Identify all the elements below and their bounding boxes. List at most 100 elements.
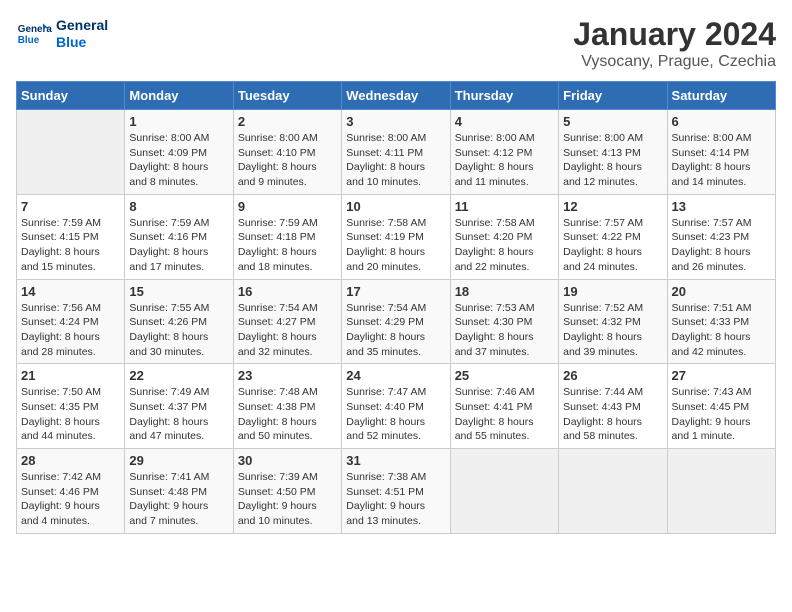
calendar-cell: 7 Sunrise: 7:59 AMSunset: 4:15 PMDaylight… <box>17 194 125 279</box>
calendar-cell <box>559 449 667 534</box>
calendar-cell: 9Sunrise: 7:59 AMSunset: 4:18 PMDaylight… <box>233 194 341 279</box>
day-info: Sunrise: 7:44 AMSunset: 4:43 PMDaylight:… <box>563 385 662 444</box>
calendar-subtitle: Vysocany, Prague, Czechia <box>573 53 776 71</box>
calendar-cell: 24 Sunrise: 7:47 AMSunset: 4:40 PMDayligh… <box>342 364 450 449</box>
day-number: 18 <box>455 284 554 299</box>
day-number: 21 <box>21 368 120 383</box>
day-info: Sunrise: 7:55 AMSunset: 4:26 PMDaylight:… <box>129 301 228 360</box>
calendar-week-row: 14Sunrise: 7:56 AMSunset: 4:24 PMDayligh… <box>17 279 776 364</box>
calendar-cell: 29Sunrise: 7:41 AMSunset: 4:48 PMDayligh… <box>125 449 233 534</box>
day-info: Sunrise: 7:39 AMSunset: 4:50 PMDaylight:… <box>238 470 337 529</box>
day-number: 30 <box>238 453 337 468</box>
day-info: Sunrise: 7:52 AMSunset: 4:32 PMDaylight:… <box>563 301 662 360</box>
page-header: General Blue General Blue January 2024 V… <box>16 16 776 71</box>
day-number: 9 <box>238 199 337 214</box>
calendar-cell: 12Sunrise: 7:57 AMSunset: 4:22 PMDayligh… <box>559 194 667 279</box>
logo: General Blue General Blue <box>16 16 108 52</box>
day-number: 5 <box>563 114 662 129</box>
calendar-cell: 19 Sunrise: 7:52 AMSunset: 4:32 PMDayligh… <box>559 279 667 364</box>
calendar-week-row: 21 Sunrise: 7:50 AMSunset: 4:35 PMDayligh… <box>17 364 776 449</box>
header-row: SundayMondayTuesdayWednesdayThursdayFrid… <box>17 82 776 110</box>
calendar-table: SundayMondayTuesdayWednesdayThursdayFrid… <box>16 81 776 534</box>
day-number: 6 <box>672 114 771 129</box>
svg-text:Blue: Blue <box>18 35 40 46</box>
day-info: Sunrise: 7:46 AMSunset: 4:41 PMDaylight:… <box>455 385 554 444</box>
calendar-week-row: 7 Sunrise: 7:59 AMSunset: 4:15 PMDaylight… <box>17 194 776 279</box>
day-info: Sunrise: 7:53 AMSunset: 4:30 PMDaylight:… <box>455 301 554 360</box>
calendar-cell: 23 Sunrise: 7:48 AMSunset: 4:38 PMDayligh… <box>233 364 341 449</box>
day-number: 11 <box>455 199 554 214</box>
day-info: Sunrise: 7:48 AMSunset: 4:38 PMDaylight:… <box>238 385 337 444</box>
day-number: 4 <box>455 114 554 129</box>
calendar-cell: 16 Sunrise: 7:54 AMSunset: 4:27 PMDayligh… <box>233 279 341 364</box>
day-number: 15 <box>129 284 228 299</box>
day-info: Sunrise: 7:38 AMSunset: 4:51 PMDaylight:… <box>346 470 445 529</box>
calendar-title: January 2024 <box>573 16 776 53</box>
day-number: 12 <box>563 199 662 214</box>
calendar-cell: 27 Sunrise: 7:43 AMSunset: 4:45 PMDayligh… <box>667 364 775 449</box>
day-info: Sunrise: 7:50 AMSunset: 4:35 PMDaylight:… <box>21 385 120 444</box>
calendar-cell: 5Sunrise: 8:00 AMSunset: 4:13 PMDaylight… <box>559 110 667 195</box>
day-info: Sunrise: 7:54 AMSunset: 4:29 PMDaylight:… <box>346 301 445 360</box>
day-info: Sunrise: 7:47 AMSunset: 4:40 PMDaylight:… <box>346 385 445 444</box>
calendar-cell: 1 Sunrise: 8:00 AMSunset: 4:09 PMDaylight… <box>125 110 233 195</box>
day-info: Sunrise: 8:00 AMSunset: 4:09 PMDaylight:… <box>129 131 228 190</box>
day-number: 16 <box>238 284 337 299</box>
calendar-cell: 17 Sunrise: 7:54 AMSunset: 4:29 PMDayligh… <box>342 279 450 364</box>
calendar-cell: 30 Sunrise: 7:39 AMSunset: 4:50 PMDayligh… <box>233 449 341 534</box>
day-number: 14 <box>21 284 120 299</box>
calendar-cell: 18 Sunrise: 7:53 AMSunset: 4:30 PMDayligh… <box>450 279 558 364</box>
day-number: 22 <box>129 368 228 383</box>
day-info: Sunrise: 7:54 AMSunset: 4:27 PMDaylight:… <box>238 301 337 360</box>
svg-text:General: General <box>18 24 52 35</box>
day-info: Sunrise: 8:00 AMSunset: 4:14 PMDaylight:… <box>672 131 771 190</box>
day-number: 27 <box>672 368 771 383</box>
day-number: 28 <box>21 453 120 468</box>
calendar-cell: 13Sunrise: 7:57 AMSunset: 4:23 PMDayligh… <box>667 194 775 279</box>
day-number: 19 <box>563 284 662 299</box>
calendar-cell: 22 Sunrise: 7:49 AMSunset: 4:37 PMDayligh… <box>125 364 233 449</box>
calendar-cell: 8Sunrise: 7:59 AMSunset: 4:16 PMDaylight… <box>125 194 233 279</box>
day-info: Sunrise: 7:42 AMSunset: 4:46 PMDaylight:… <box>21 470 120 529</box>
calendar-cell: 3 Sunrise: 8:00 AMSunset: 4:11 PMDaylight… <box>342 110 450 195</box>
day-of-week-header: Wednesday <box>342 82 450 110</box>
calendar-cell <box>450 449 558 534</box>
calendar-cell: 14Sunrise: 7:56 AMSunset: 4:24 PMDayligh… <box>17 279 125 364</box>
day-info: Sunrise: 7:58 AMSunset: 4:19 PMDaylight:… <box>346 216 445 275</box>
day-number: 26 <box>563 368 662 383</box>
calendar-cell <box>667 449 775 534</box>
calendar-cell: 25 Sunrise: 7:46 AMSunset: 4:41 PMDayligh… <box>450 364 558 449</box>
day-info: Sunrise: 7:43 AMSunset: 4:45 PMDaylight:… <box>672 385 771 444</box>
day-info: Sunrise: 7:59 AMSunset: 4:15 PMDaylight:… <box>21 216 120 275</box>
day-number: 3 <box>346 114 445 129</box>
day-number: 1 <box>129 114 228 129</box>
calendar-cell: 2Sunrise: 8:00 AMSunset: 4:10 PMDaylight… <box>233 110 341 195</box>
day-number: 7 <box>21 199 120 214</box>
calendar-cell: 31 Sunrise: 7:38 AMSunset: 4:51 PMDayligh… <box>342 449 450 534</box>
day-number: 23 <box>238 368 337 383</box>
day-number: 25 <box>455 368 554 383</box>
logo-icon: General Blue <box>16 16 52 52</box>
calendar-cell: 10Sunrise: 7:58 AMSunset: 4:19 PMDayligh… <box>342 194 450 279</box>
day-info: Sunrise: 7:57 AMSunset: 4:23 PMDaylight:… <box>672 216 771 275</box>
day-number: 31 <box>346 453 445 468</box>
day-of-week-header: Saturday <box>667 82 775 110</box>
day-info: Sunrise: 7:59 AMSunset: 4:16 PMDaylight:… <box>129 216 228 275</box>
day-info: Sunrise: 7:51 AMSunset: 4:33 PMDaylight:… <box>672 301 771 360</box>
day-info: Sunrise: 7:58 AMSunset: 4:20 PMDaylight:… <box>455 216 554 275</box>
day-of-week-header: Monday <box>125 82 233 110</box>
calendar-week-row: 1 Sunrise: 8:00 AMSunset: 4:09 PMDaylight… <box>17 110 776 195</box>
day-info: Sunrise: 8:00 AMSunset: 4:12 PMDaylight:… <box>455 131 554 190</box>
logo-text: General Blue <box>56 17 108 51</box>
calendar-cell: 21 Sunrise: 7:50 AMSunset: 4:35 PMDayligh… <box>17 364 125 449</box>
day-number: 24 <box>346 368 445 383</box>
calendar-week-row: 28 Sunrise: 7:42 AMSunset: 4:46 PMDayligh… <box>17 449 776 534</box>
day-number: 2 <box>238 114 337 129</box>
day-info: Sunrise: 7:49 AMSunset: 4:37 PMDaylight:… <box>129 385 228 444</box>
day-number: 29 <box>129 453 228 468</box>
day-info: Sunrise: 8:00 AMSunset: 4:11 PMDaylight:… <box>346 131 445 190</box>
calendar-cell: 20Sunrise: 7:51 AMSunset: 4:33 PMDayligh… <box>667 279 775 364</box>
day-of-week-header: Sunday <box>17 82 125 110</box>
day-number: 17 <box>346 284 445 299</box>
title-area: January 2024 Vysocany, Prague, Czechia <box>573 16 776 71</box>
